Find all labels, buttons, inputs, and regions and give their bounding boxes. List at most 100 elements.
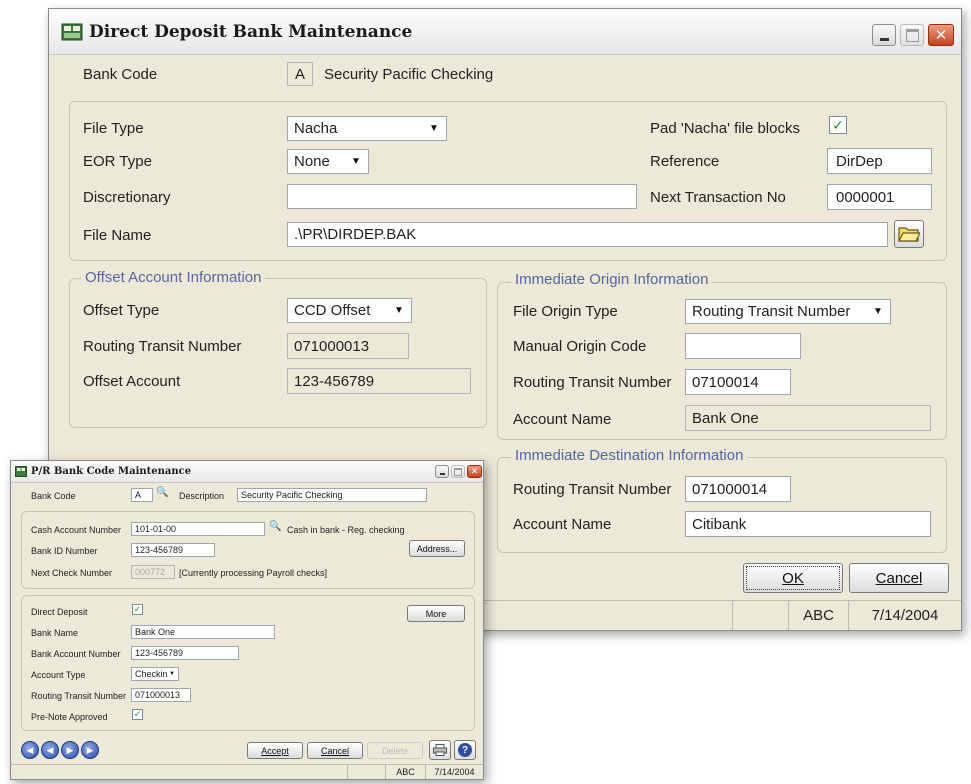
bank-account-input[interactable]: 123-456789 xyxy=(131,646,239,660)
description-input[interactable]: Security Pacific Checking xyxy=(237,488,427,502)
cash-account-label: Cash Account Number xyxy=(31,525,122,535)
window-title: P/R Bank Code Maintenance xyxy=(31,466,192,477)
next-transaction-input[interactable]: 0000001 xyxy=(827,184,932,210)
app-icon xyxy=(61,23,83,41)
app-icon xyxy=(15,466,27,477)
dest-rtn-input[interactable]: 071000014 xyxy=(685,476,791,502)
bank-code-label: Bank Code xyxy=(31,491,76,501)
accept-button[interactable]: Accept xyxy=(247,742,303,759)
chevron-down-icon[interactable]: ▼ xyxy=(424,119,444,138)
close-icon: ✕ xyxy=(470,466,479,476)
bank-code-input[interactable]: A xyxy=(131,488,153,502)
chevron-down-icon[interactable]: ▼ xyxy=(167,669,177,679)
account-type-label: Account Type xyxy=(31,670,86,680)
title-bar[interactable]: Direct Deposit Bank Maintenance ✕ xyxy=(49,9,961,55)
next-icon: ▶ xyxy=(66,744,74,755)
offset-rtn-field[interactable]: 071000013 xyxy=(287,333,409,359)
cash-account-input[interactable]: 101-01-00 xyxy=(131,522,265,536)
help-button[interactable]: ? xyxy=(454,740,476,760)
routing-transit-label: Routing Transit Number xyxy=(31,691,127,701)
print-button[interactable] xyxy=(429,740,451,760)
maximize-icon xyxy=(454,467,462,476)
maximize-button[interactable] xyxy=(451,465,465,478)
close-button[interactable]: ✕ xyxy=(467,465,482,478)
file-type-select[interactable]: Nacha ▼ xyxy=(287,116,447,141)
discretionary-label: Discretionary xyxy=(83,189,171,206)
folder-icon xyxy=(898,227,920,242)
manual-origin-label: Manual Origin Code xyxy=(513,338,647,355)
status-date: 7/14/2004 xyxy=(848,601,961,630)
origin-rtn-label: Routing Transit Number xyxy=(513,374,672,391)
cancel-button[interactable]: Cancel xyxy=(849,563,949,593)
title-bar[interactable]: P/R Bank Code Maintenance ✕ xyxy=(11,461,483,483)
last-record-button[interactable]: ▶ xyxy=(81,741,99,759)
eor-type-label: EOR Type xyxy=(83,153,152,170)
file-origin-type-label: File Origin Type xyxy=(513,303,618,320)
chevron-down-icon[interactable]: ▼ xyxy=(346,152,366,171)
search-icon[interactable]: 🔍 xyxy=(269,521,281,532)
description-label: Description xyxy=(179,491,225,501)
previous-record-button[interactable]: ◀ xyxy=(41,741,59,759)
offset-type-value: CCD Offset xyxy=(294,302,371,319)
origin-group-title: Immediate Origin Information xyxy=(511,271,713,288)
minimize-icon xyxy=(879,38,889,41)
bank-id-label: Bank ID Number xyxy=(31,546,98,556)
offset-type-select[interactable]: CCD Offset ▼ xyxy=(287,298,412,323)
next-check-field[interactable]: 000772 xyxy=(131,565,175,579)
file-origin-type-value: Routing Transit Number xyxy=(692,303,851,320)
address-button[interactable]: Address... xyxy=(409,540,465,557)
bank-code-field[interactable]: A xyxy=(287,62,313,86)
manual-origin-input[interactable] xyxy=(685,333,801,359)
discretionary-input[interactable] xyxy=(287,184,637,209)
first-icon: ◀ xyxy=(26,744,34,755)
offset-account-label: Offset Account xyxy=(83,373,181,390)
next-record-button[interactable]: ▶ xyxy=(61,741,79,759)
dest-account-name-input[interactable]: Citibank xyxy=(685,511,931,537)
bank-id-input[interactable]: 123-456789 xyxy=(131,543,215,557)
browse-button[interactable] xyxy=(894,220,924,248)
origin-account-name-field[interactable]: Bank One xyxy=(685,405,931,431)
dest-rtn-label: Routing Transit Number xyxy=(513,481,672,498)
last-icon: ▶ xyxy=(86,744,94,755)
origin-rtn-input[interactable]: 07100014 xyxy=(685,369,791,395)
more-button[interactable]: More xyxy=(407,605,465,622)
prenote-label: Pre-Note Approved xyxy=(31,712,108,722)
delete-button[interactable]: Delete xyxy=(367,742,423,759)
cancel-button[interactable]: Cancel xyxy=(307,742,363,759)
pad-nacha-label: Pad 'Nacha' file blocks xyxy=(650,120,800,137)
file-name-input[interactable]: .\PR\DIRDEP.BAK xyxy=(287,222,888,247)
window-title: Direct Deposit Bank Maintenance xyxy=(89,22,413,42)
offset-account-field[interactable]: 123-456789 xyxy=(287,368,471,394)
offset-rtn-label: Routing Transit Number xyxy=(83,338,242,355)
maximize-button[interactable] xyxy=(900,24,924,46)
direct-deposit-checkbox[interactable]: ✓ xyxy=(132,604,143,615)
minimize-button[interactable] xyxy=(435,465,449,478)
eor-type-value: None xyxy=(294,153,330,170)
immediate-destination-group xyxy=(497,457,947,553)
first-record-button[interactable]: ◀ xyxy=(21,741,39,759)
pad-nacha-checkbox[interactable]: ✓ xyxy=(829,116,847,134)
reference-input[interactable]: DirDep xyxy=(827,148,932,174)
reference-label: Reference xyxy=(650,153,720,170)
file-type-value: Nacha xyxy=(294,120,338,137)
minimize-icon xyxy=(439,473,445,475)
next-transaction-label: Next Transaction No xyxy=(650,189,786,206)
chevron-down-icon[interactable]: ▼ xyxy=(868,302,888,321)
chevron-down-icon[interactable]: ▼ xyxy=(389,301,409,320)
printer-icon xyxy=(433,744,447,756)
minimize-button[interactable] xyxy=(872,24,896,46)
account-type-select[interactable]: Checking ▼ xyxy=(131,667,179,681)
routing-transit-input[interactable]: 071000013 xyxy=(131,688,191,702)
offset-group-title: Offset Account Information xyxy=(81,269,266,286)
check-icon: ✓ xyxy=(133,604,142,614)
prenote-checkbox[interactable]: ✓ xyxy=(132,709,143,720)
maximize-icon xyxy=(905,28,919,42)
close-button[interactable]: ✕ xyxy=(928,24,954,46)
file-origin-type-select[interactable]: Routing Transit Number ▼ xyxy=(685,299,891,324)
bank-name-label: Bank Name xyxy=(31,628,79,638)
search-icon[interactable]: 🔍 xyxy=(156,487,168,498)
ok-button[interactable]: OK xyxy=(743,563,843,593)
ok-label: OK xyxy=(782,569,804,587)
bank-name-input[interactable]: Bank One xyxy=(131,625,275,639)
eor-type-select[interactable]: None ▼ xyxy=(287,149,369,174)
